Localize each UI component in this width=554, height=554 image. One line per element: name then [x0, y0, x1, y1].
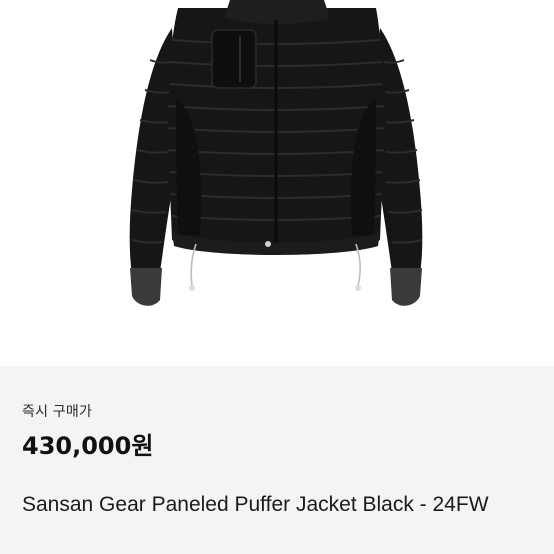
chest-pocket — [211, 29, 257, 89]
right-cuff — [390, 268, 422, 306]
jacket-illustration — [129, 0, 423, 306]
product-title[interactable]: Sansan Gear Paneled Puffer Jacket Black … — [22, 490, 542, 520]
price: 430,000원 — [22, 432, 154, 460]
product-image[interactable] — [0, 0, 554, 366]
instant-purchase-label: 즉시 구매가 — [22, 404, 93, 420]
left-cuff — [130, 268, 162, 306]
product-info-panel: 즉시 구매가 430,000원 Sansan Gear Paneled Puff… — [0, 366, 554, 554]
